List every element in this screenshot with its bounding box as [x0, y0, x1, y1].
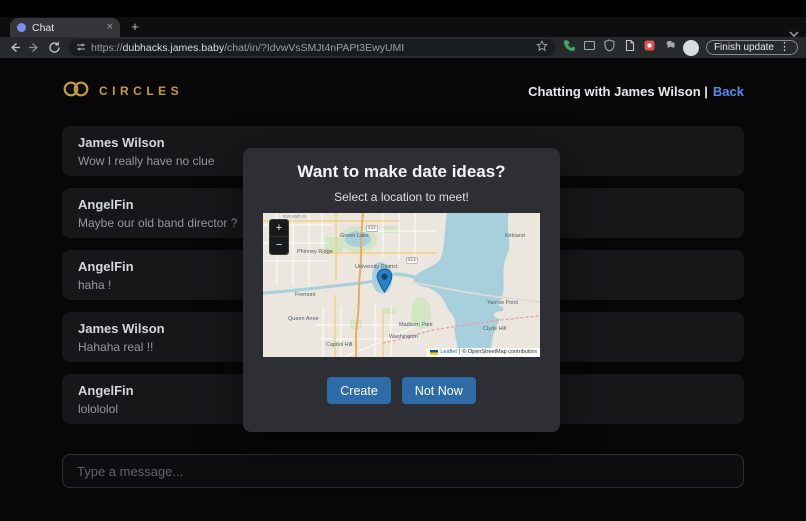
tab-close-icon[interactable]: × [107, 22, 113, 33]
shield-extension-icon[interactable] [603, 39, 616, 57]
date-ideas-modal: Want to make date ideas? Select a locati… [243, 148, 560, 432]
circles-logo-icon [62, 80, 90, 103]
puzzle-extensions-icon[interactable] [663, 39, 676, 57]
message-input[interactable] [62, 454, 744, 488]
create-button[interactable]: Create [327, 377, 391, 404]
address-bar[interactable]: https://dubhacks.james.baby/chat/in/?Idv… [68, 39, 556, 56]
red-extension-icon[interactable] [643, 39, 656, 57]
map-zoom-control: + − [269, 219, 289, 255]
cast-extension-icon[interactable] [583, 39, 596, 57]
tab-strip: Chat × + [0, 17, 806, 37]
browser-menu-icon[interactable]: ⋮ [779, 42, 790, 53]
tab-chat[interactable]: Chat × [10, 18, 120, 37]
map-label: Queen Anne [288, 317, 319, 323]
map-route-shield: 513 [406, 257, 418, 264]
document-extension-icon[interactable] [623, 39, 636, 57]
tab-favicon-icon [17, 23, 26, 32]
map-route-shield: 522 [366, 225, 378, 232]
finish-update-label: Finish update [714, 42, 774, 53]
modal-actions: Create Not Now [243, 377, 560, 404]
leaflet-link[interactable]: Leaflet [440, 349, 457, 356]
ukraine-flag-icon [430, 350, 438, 355]
site-settings-icon[interactable] [76, 39, 86, 57]
forward-icon[interactable] [28, 41, 41, 54]
modal-title: Want to make date ideas? [243, 162, 560, 182]
chat-page: CIRCLES Chatting with James Wilson | Back… [0, 58, 806, 521]
brand-name: CIRCLES [99, 84, 183, 98]
call-extension-icon[interactable] [563, 39, 576, 57]
back-link[interactable]: Back [713, 84, 744, 99]
map-label: Phinney Ridge [297, 250, 333, 256]
chatting-with-label: Chatting with James Wilson | [528, 84, 708, 99]
attribution-separator: | [459, 349, 460, 356]
zoom-out-button[interactable]: − [270, 237, 288, 254]
composer [62, 454, 744, 488]
window-titlebar [0, 0, 806, 17]
back-icon[interactable] [8, 41, 21, 54]
browser-window: Chat × + https://dubhacks.james.baby/cha… [0, 0, 806, 521]
map-label: Capitol Hill [326, 343, 352, 349]
osm-link[interactable]: © OpenStreetMap contributors [462, 349, 537, 356]
profile-avatar[interactable] [683, 40, 699, 56]
modal-subtitle: Select a location to meet! [243, 190, 560, 204]
map-label: Washington [389, 335, 418, 341]
bookmark-star-icon[interactable] [536, 39, 548, 57]
new-tab-button[interactable]: + [126, 18, 144, 36]
map-marker-icon[interactable] [376, 268, 393, 298]
map-label: Fremont [295, 293, 315, 299]
tab-title: Chat [32, 22, 101, 34]
location-map[interactable]: NW 85th St 522 Green Lake Phinney Ridge … [263, 213, 540, 357]
not-now-button[interactable]: Not Now [402, 377, 476, 404]
brand: CIRCLES [62, 80, 183, 103]
app-header: CIRCLES Chatting with James Wilson | Back [62, 79, 744, 103]
map-label: Clyde Hill [483, 327, 506, 333]
map-attribution: Leaflet | © OpenStreetMap contributors [427, 348, 540, 357]
map-label: Kirkland [505, 234, 525, 240]
finish-update-button[interactable]: Finish update ⋮ [706, 40, 798, 55]
chat-meta: Chatting with James Wilson | Back [528, 84, 744, 99]
map-label: Madison Park [399, 323, 433, 329]
browser-toolbar: https://dubhacks.james.baby/chat/in/?Idv… [0, 37, 806, 58]
reload-icon[interactable] [48, 41, 61, 54]
url-text: https://dubhacks.james.baby/chat/in/?Idv… [91, 42, 404, 54]
tab-search-chevron-icon[interactable] [789, 24, 799, 42]
extension-icons [563, 39, 676, 57]
zoom-in-button[interactable]: + [270, 220, 288, 237]
map-label: Green Lake [340, 234, 369, 240]
map-label: Yarrow Point [487, 301, 518, 307]
